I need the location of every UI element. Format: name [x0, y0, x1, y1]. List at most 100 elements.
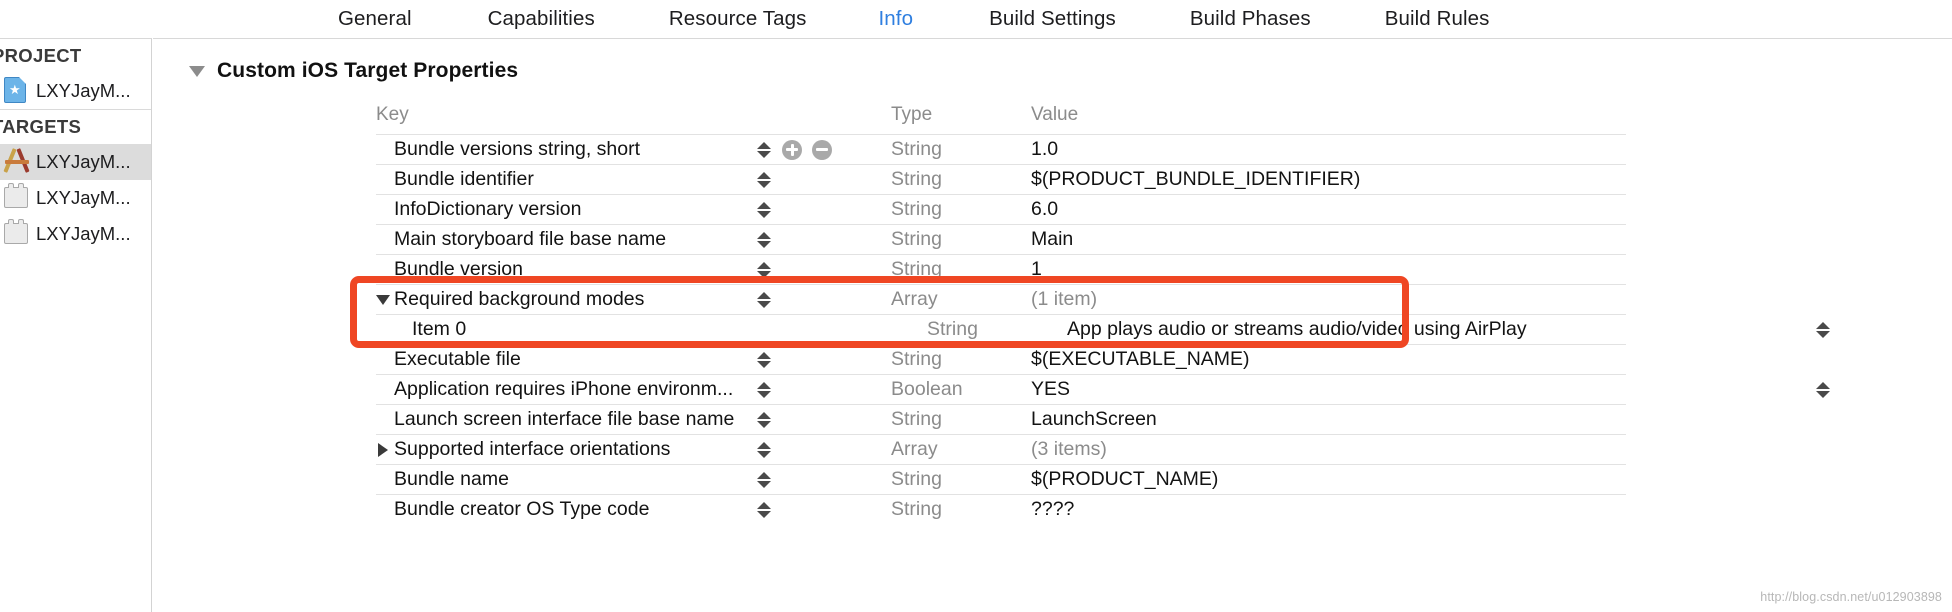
cell-key[interactable]: Supported interface orientations [376, 438, 756, 461]
value-stepper-icon[interactable] [1815, 317, 1831, 343]
tab-build-rules[interactable]: Build Rules [1385, 7, 1490, 31]
key-label: Bundle name [394, 468, 509, 490]
table-header-row: Key Type Value [376, 96, 1836, 134]
tab-info[interactable]: Info [879, 7, 914, 31]
cell-value[interactable]: Main [1031, 228, 1836, 251]
table-row[interactable]: Bundle name String $(PRODUCT_NAME) [376, 465, 1836, 494]
cell-key[interactable]: Bundle identifier [376, 168, 756, 191]
cell-key[interactable]: Bundle name [376, 468, 756, 491]
cell-type[interactable]: String [927, 318, 1067, 341]
sidebar-group-targets: TARGETS [0, 116, 82, 137]
table-row[interactable]: Main storyboard file base name String Main [376, 225, 1836, 254]
tab-build-phases[interactable]: Build Phases [1190, 7, 1311, 31]
sidebar-item-target-app[interactable]: LXYJayM... [0, 144, 151, 180]
stepper-icon[interactable] [756, 437, 772, 463]
cell-key[interactable]: Required background modes [376, 288, 756, 311]
info-content-pane: Custom iOS Target Properties Key Type Va… [153, 38, 1952, 612]
cell-value[interactable]: 1 [1031, 258, 1836, 281]
cell-key[interactable]: Bundle version [376, 258, 756, 281]
plist-table: Key Type Value Bundle versions string, s… [376, 96, 1836, 524]
add-row-icon[interactable] [782, 139, 802, 160]
chevron-right-icon[interactable] [378, 442, 388, 457]
tab-build-settings[interactable]: Build Settings [989, 7, 1116, 31]
cell-key[interactable]: Launch screen interface file base name [376, 408, 756, 431]
cell-type[interactable]: String [891, 408, 1031, 431]
stepper-icon[interactable] [756, 137, 772, 163]
cell-key[interactable]: Main storyboard file base name [376, 228, 756, 251]
cell-value[interactable]: (1 item) [1031, 288, 1836, 311]
cell-type[interactable]: String [891, 138, 1031, 161]
cell-type[interactable]: String [891, 468, 1031, 491]
cell-key[interactable]: Item 0 [376, 318, 792, 341]
bundle-target-icon [4, 219, 30, 248]
sidebar-item-target-tests[interactable]: LXYJayM... [0, 180, 151, 216]
cell-type[interactable]: Array [891, 288, 1031, 311]
cell-key[interactable]: Bundle versions string, short [376, 138, 756, 161]
cell-key[interactable]: InfoDictionary version [376, 198, 756, 221]
table-row[interactable]: Executable file String $(EXECUTABLE_NAME) [376, 345, 1836, 374]
table-row[interactable]: Supported interface orientations Array (3 … [376, 435, 1836, 464]
sidebar-item-target-uitests[interactable]: LXYJayM... [0, 216, 151, 252]
stepper-icon[interactable] [756, 377, 772, 403]
chevron-down-icon[interactable] [376, 294, 390, 305]
custom-ios-target-properties-header[interactable]: Custom iOS Target Properties [189, 59, 1952, 83]
stepper-icon[interactable] [756, 197, 772, 223]
cell-value[interactable]: App plays audio or streams audio/video u… [1067, 318, 1836, 341]
key-label: Bundle version [394, 258, 523, 280]
table-row[interactable]: InfoDictionary version String 6.0 [376, 195, 1836, 224]
key-label: InfoDictionary version [394, 198, 582, 220]
tab-general[interactable]: General [338, 7, 412, 31]
cell-value[interactable]: YES [1031, 378, 1836, 401]
cell-key[interactable]: Executable file [376, 348, 756, 371]
column-header-value: Value [1031, 104, 1079, 125]
key-label: Launch screen interface file base name [394, 408, 735, 430]
cell-key[interactable]: Application requires iPhone environm... [376, 378, 756, 401]
cell-value[interactable]: (3 items) [1031, 438, 1836, 461]
cell-type[interactable]: String [891, 198, 1031, 221]
table-row[interactable]: Application requires iPhone environm... B… [376, 375, 1836, 404]
table-row[interactable]: Item 0 String App plays audio or streams a… [376, 315, 1836, 344]
tab-resource-tags[interactable]: Resource Tags [669, 7, 807, 31]
cell-value[interactable]: $(EXECUTABLE_NAME) [1031, 348, 1836, 371]
cell-type[interactable]: String [891, 168, 1031, 191]
cell-value[interactable]: $(PRODUCT_NAME) [1031, 468, 1836, 491]
table-row[interactable]: Bundle creator OS Type code String???? [376, 495, 1836, 524]
stepper-icon[interactable] [756, 407, 772, 433]
cell-value[interactable]: $(PRODUCT_BUNDLE_IDENTIFIER) [1031, 168, 1836, 191]
cell-type[interactable]: Boolean [891, 378, 1031, 401]
cell-type[interactable]: String [891, 348, 1031, 371]
cell-row-controls [756, 137, 891, 163]
stepper-icon[interactable] [756, 167, 772, 193]
table-row[interactable]: Bundle versions string, short String 1.0 [376, 135, 1836, 164]
table-row[interactable]: Launch screen interface file base name St… [376, 405, 1836, 434]
value-stepper-icon[interactable] [1815, 377, 1831, 403]
stepper-icon[interactable] [756, 287, 772, 313]
stepper-icon[interactable] [756, 347, 772, 373]
cell-value[interactable]: 1.0 [1031, 138, 1836, 161]
cell-value[interactable]: 6.0 [1031, 198, 1836, 221]
cell-type[interactable]: String [891, 228, 1031, 251]
cell-type[interactable]: Array [891, 438, 1031, 461]
cell-type[interactable]: String [891, 258, 1031, 281]
key-label: Bundle creator OS Type code [394, 498, 650, 520]
cell-value[interactable]: ???? [1031, 498, 1836, 521]
tab-capabilities[interactable]: Capabilities [488, 7, 595, 31]
column-header-key: Key [376, 104, 409, 125]
table-row[interactable]: Required background modes Array (1 item) [376, 285, 1836, 314]
stepper-icon[interactable] [756, 497, 772, 523]
key-label: Bundle versions string, short [394, 138, 641, 160]
cell-value[interactable]: LaunchScreen [1031, 408, 1836, 431]
table-row[interactable]: Bundle version String 1 [376, 255, 1836, 284]
table-row[interactable]: Bundle identifier String $(PRODUCT_BUNDLE_… [376, 165, 1836, 194]
bundle-target-icon [4, 183, 30, 212]
stepper-icon[interactable] [756, 227, 772, 253]
cell-key[interactable]: Bundle creator OS Type code [376, 498, 756, 521]
target-editor-tabbar: General Capabilities Resource Tags Info … [0, 0, 1952, 38]
chevron-down-icon[interactable] [189, 65, 205, 77]
cell-type[interactable]: String [891, 498, 1031, 521]
cell-row-controls [756, 347, 891, 373]
remove-row-icon[interactable] [812, 139, 832, 160]
sidebar-item-project-lxyjaym[interactable]: ★ LXYJayM... [0, 73, 151, 109]
stepper-icon[interactable] [756, 467, 772, 493]
stepper-icon[interactable] [756, 257, 772, 283]
